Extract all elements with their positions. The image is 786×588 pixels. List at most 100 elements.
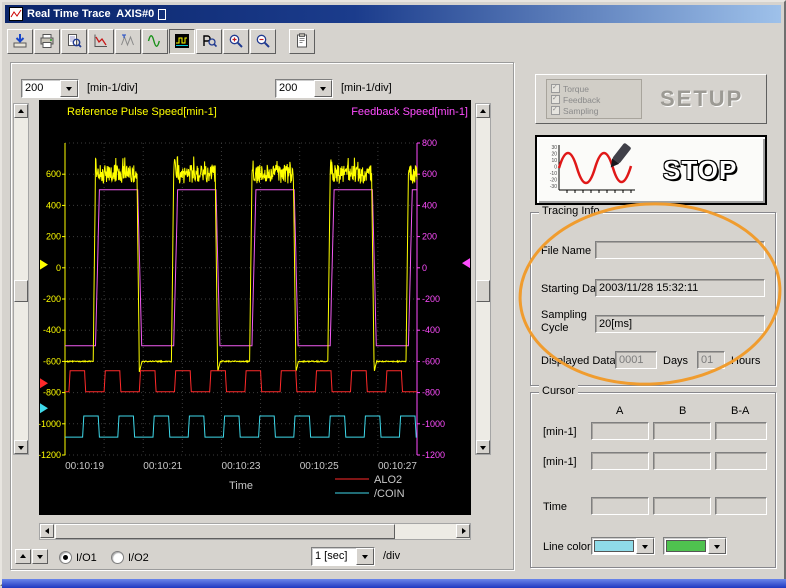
- scrollbar-thumb[interactable]: [476, 280, 490, 302]
- zoom-out-icon: [255, 33, 271, 49]
- cursor-row1-label: [min-1]: [543, 426, 577, 438]
- svg-text:-1000: -1000: [422, 419, 445, 429]
- cursor-col-b: B: [679, 405, 686, 417]
- cursor-field-ba2: [715, 452, 767, 470]
- dropdown-arrow-icon[interactable]: [708, 538, 726, 554]
- svg-text:600: 600: [46, 169, 61, 179]
- svg-text:600: 600: [422, 169, 437, 179]
- svg-text:Time: Time: [229, 480, 253, 492]
- right-scale-unit: [min-1/div]: [341, 82, 392, 94]
- cursor-group: Cursor A B B-A [min-1] [min-1] Time Line…: [530, 392, 776, 568]
- toolbar-button-trend[interactable]: [88, 29, 114, 54]
- toolbar-button-copy[interactable]: [289, 29, 315, 54]
- left-scale-select[interactable]: 200: [21, 79, 79, 98]
- cursor-col-ba: B-A: [731, 405, 749, 417]
- right-axis-scrollbar[interactable]: [475, 103, 491, 455]
- cursor-field-b1: [653, 422, 711, 440]
- left-scale-value: 200: [22, 80, 60, 97]
- svg-text:-1200: -1200: [39, 450, 61, 460]
- setup-button-label: SETUP: [660, 86, 743, 112]
- radio-io1[interactable]: I/O1: [59, 551, 97, 564]
- file-name-label: File Name: [541, 245, 591, 257]
- color-swatch-1: [594, 540, 634, 552]
- scroll-left-button[interactable]: [40, 524, 54, 538]
- svg-text:-400: -400: [422, 325, 440, 335]
- cursor-row2-label: [min-1]: [543, 456, 577, 468]
- svg-text:-1200: -1200: [422, 450, 445, 460]
- setup-button[interactable]: Torque Feedback Sampling SETUP: [535, 74, 767, 124]
- trace-panel: 200 [min-1/div] 200 [min-1/div] 600 400 20…: [10, 62, 514, 570]
- scroll-up-button[interactable]: [476, 104, 490, 118]
- dropdown-arrow-icon[interactable]: [356, 548, 374, 565]
- scroll-down-button[interactable]: [14, 440, 28, 454]
- cursor-title: Cursor: [539, 385, 578, 397]
- scroll-up-button[interactable]: [14, 104, 28, 118]
- line-color-select-2[interactable]: [663, 537, 727, 555]
- zoom-in-icon: [228, 33, 244, 49]
- dropdown-arrow-icon[interactable]: [314, 80, 332, 97]
- trace-chart: 6004002000-200-400-600-800-1000-12008006…: [39, 100, 471, 515]
- stop-wave-graphic: 3020100-10-20-30: [545, 142, 641, 198]
- toolbar-button-zoom-in[interactable]: [223, 29, 249, 54]
- trend-icon: [93, 33, 109, 49]
- title-bar[interactable]: Real Time Trace AXIS#0: [5, 5, 781, 23]
- toolbar-button-trace-display[interactable]: [169, 29, 195, 54]
- cursor-field-a2: [591, 452, 649, 470]
- io-up-button[interactable]: [15, 549, 31, 564]
- cursor-field-ba1: [715, 422, 767, 440]
- left-axis-scrollbar[interactable]: [13, 103, 29, 455]
- dropdown-arrow-icon[interactable]: [636, 538, 654, 554]
- svg-text:400: 400: [422, 200, 437, 210]
- scroll-down-button[interactable]: [476, 440, 490, 454]
- displayed-hours-field[interactable]: 01: [697, 351, 725, 369]
- missing-glyph-box: [158, 9, 166, 20]
- checkbox-icon: [551, 95, 560, 104]
- zoom-page-icon: [66, 33, 82, 49]
- cursor-field-b2: [653, 452, 711, 470]
- toolbar-button-print[interactable]: [34, 29, 60, 54]
- svg-text:10: 10: [551, 158, 557, 164]
- svg-text:/COIN: /COIN: [374, 488, 405, 500]
- right-scale-select[interactable]: 200: [275, 79, 333, 98]
- toolbar-button-zoom-p[interactable]: [196, 29, 222, 54]
- toolbar-button-zoom-page[interactable]: [61, 29, 87, 54]
- scroll-right-button[interactable]: [456, 524, 470, 538]
- file-name-field[interactable]: [595, 241, 765, 259]
- radio-io2-label: I/O2: [128, 552, 149, 564]
- left-scale-unit: [min-1/div]: [87, 82, 138, 94]
- displayed-data-label: Displayed Data: [541, 355, 616, 367]
- svg-text:Feedback Speed[min-1]: Feedback Speed[min-1]: [351, 106, 468, 118]
- svg-text:30: 30: [551, 145, 557, 151]
- setup-option-label: Sampling: [563, 106, 598, 116]
- timebase-select[interactable]: 1 [sec]: [311, 547, 375, 566]
- cursor-field-a1: [591, 422, 649, 440]
- svg-text:200: 200: [422, 232, 437, 242]
- zoom-p-icon: [201, 33, 217, 49]
- measure-icon: [120, 33, 136, 49]
- displayed-days-field[interactable]: 0001: [615, 351, 657, 369]
- toolbar-button-wave[interactable]: [142, 29, 168, 54]
- sampling-cycle-label2: Cycle: [541, 322, 569, 334]
- print-icon: [39, 33, 55, 49]
- dropdown-arrow-icon[interactable]: [60, 80, 78, 97]
- line-color-select-1[interactable]: [591, 537, 655, 555]
- toolbar-button-measure[interactable]: [115, 29, 141, 54]
- timebase-unit: /div: [383, 550, 400, 562]
- time-scrollbar[interactable]: [39, 523, 471, 540]
- scrollbar-thumb[interactable]: [55, 524, 395, 539]
- io-down-button[interactable]: [32, 549, 48, 564]
- tracing-info-group: Tracing Info File Name Starting Date 200…: [530, 212, 776, 386]
- chart-area[interactable]: 6004002000-200-400-600-800-1000-12008006…: [39, 100, 471, 515]
- scrollbar-thumb[interactable]: [14, 280, 28, 302]
- stop-button[interactable]: 3020100-10-20-30 STOP: [535, 135, 767, 205]
- radio-io2[interactable]: I/O2: [111, 551, 149, 564]
- toolbar-button-import[interactable]: [7, 29, 33, 54]
- svg-text:00:10:21: 00:10:21: [143, 461, 182, 472]
- toolbar: [7, 26, 779, 56]
- svg-text:00:10:23: 00:10:23: [222, 461, 261, 472]
- toolbar-button-zoom-out[interactable]: [250, 29, 276, 54]
- svg-text:-800: -800: [43, 388, 61, 398]
- svg-text:-400: -400: [43, 325, 61, 335]
- checkbox-icon: [551, 84, 560, 93]
- setup-option-label: Feedback: [563, 95, 600, 105]
